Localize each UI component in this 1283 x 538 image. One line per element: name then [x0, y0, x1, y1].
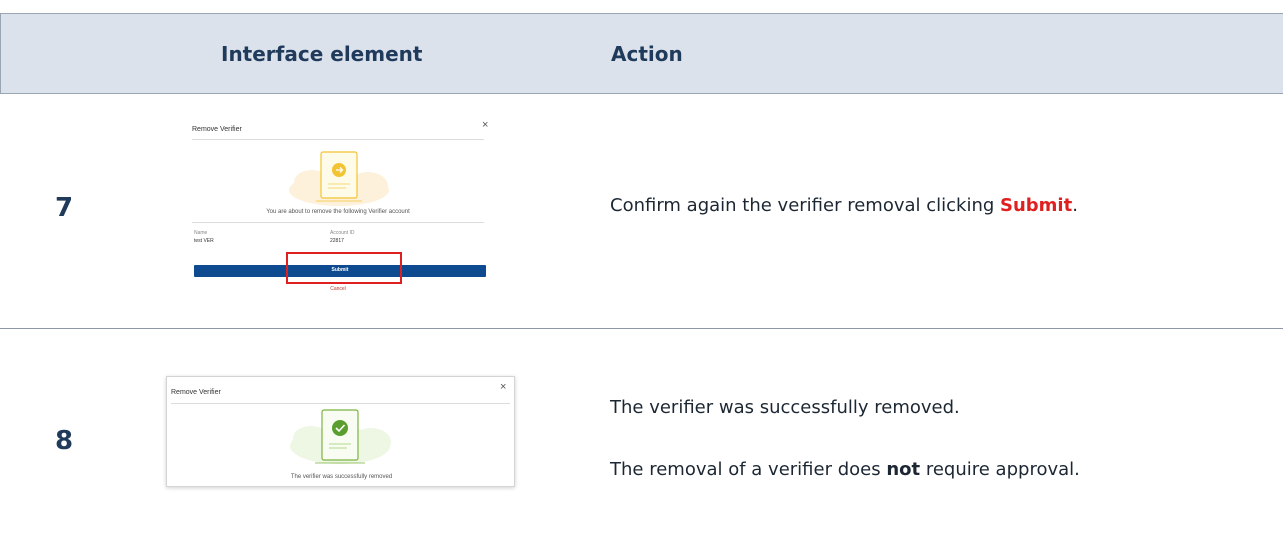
action-text-part: Confirm again the verifier removal click… — [610, 195, 1001, 216]
divider — [192, 222, 484, 223]
action-text-part: . — [1072, 195, 1078, 216]
success-message: The verifier was successfully removed — [290, 474, 393, 480]
cancel-link[interactable]: Cancel — [188, 286, 488, 292]
row-divider — [0, 328, 1283, 329]
submit-highlight-box — [286, 252, 402, 284]
table-header: Interface element Action — [0, 13, 1283, 94]
submit-highlight-text: Submit — [1000, 195, 1073, 216]
not-emphasis: not — [886, 459, 921, 480]
header-action: Action — [611, 42, 683, 66]
remove-verifier-success-dialog: Remove Verifier × The verifier was succe… — [166, 376, 515, 487]
name-label: Name — [194, 230, 208, 236]
success-document-icon — [290, 409, 391, 464]
action-text-part: The removal of a verifier does — [610, 459, 887, 480]
action-text-8-line2: The removal of a verifier does not requi… — [610, 459, 1080, 480]
dialog-title: Remove Verifier — [192, 126, 242, 133]
close-icon[interactable]: × — [500, 382, 506, 393]
remove-verifier-confirm-dialog: Remove Verifier × You are about to remov… — [188, 112, 488, 298]
account-id-value: 22817 — [330, 238, 344, 244]
confirm-message: You are about to remove the following Ve… — [266, 209, 410, 215]
account-id-label: Account ID — [330, 230, 355, 236]
dialog-title: Remove Verifier — [171, 389, 221, 396]
close-icon[interactable]: × — [482, 120, 488, 131]
document-arrow-icon — [289, 151, 389, 206]
step-number-8: 8 — [55, 426, 74, 456]
step-number-7: 7 — [55, 193, 74, 223]
action-text-part: require approval. — [920, 459, 1080, 480]
name-value: test VER — [194, 238, 214, 244]
divider — [192, 139, 484, 140]
action-text-8-line1: The verifier was successfully removed. — [610, 397, 960, 418]
header-interface-element: Interface element — [221, 42, 423, 66]
action-text-7: Confirm again the verifier removal click… — [610, 195, 1078, 216]
